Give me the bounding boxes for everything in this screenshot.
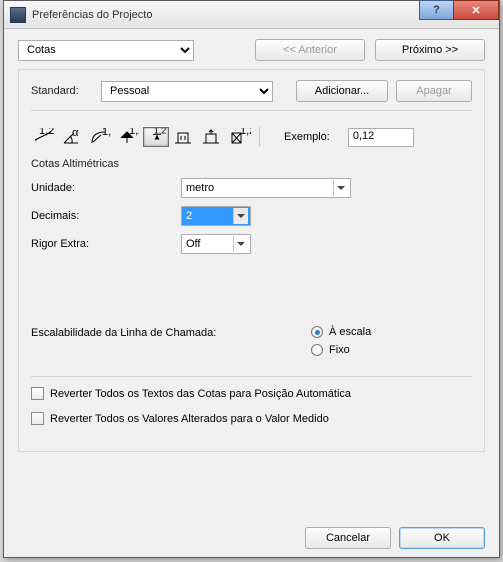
unit-label: Unidade: xyxy=(31,182,181,194)
help-button[interactable]: ? xyxy=(419,0,453,20)
chevron-down-icon xyxy=(333,180,348,196)
sill-dim-icon[interactable] xyxy=(199,126,225,148)
ok-button[interactable]: OK xyxy=(399,527,485,549)
previous-button[interactable]: << Anterior xyxy=(255,39,365,61)
rigor-select[interactable]: Off xyxy=(181,234,251,254)
radio-icon xyxy=(311,344,323,356)
escalability-options: À escala Fixo xyxy=(311,326,371,356)
unit-select[interactable]: metro xyxy=(181,178,351,198)
elevation-dim-icon[interactable]: 1,2 xyxy=(143,127,169,147)
cancel-button[interactable]: Cancelar xyxy=(305,527,391,549)
rigor-row: Rigor Extra: Off xyxy=(31,234,472,254)
app-icon xyxy=(10,7,26,23)
svg-text:1,2: 1,2 xyxy=(129,128,139,137)
rigor-label: Rigor Extra: xyxy=(31,238,181,250)
door-dim-icon[interactable] xyxy=(171,126,197,148)
radial-dim-icon[interactable]: 1,2 xyxy=(87,126,113,148)
decimals-row: Decimais: 2 xyxy=(31,206,472,226)
toolbar-separator xyxy=(259,127,260,147)
next-button[interactable]: Próximo >> xyxy=(375,39,485,61)
revert-text-checkbox[interactable]: Reverter Todos os Textos das Cotas para … xyxy=(31,387,472,400)
window-title: Preferências do Projecto xyxy=(32,9,152,21)
chevron-down-icon xyxy=(233,208,248,224)
standard-row: Standard: Pessoal Adicionar... Apagar xyxy=(31,80,472,102)
example-value: 0,12 xyxy=(348,128,414,147)
decimals-select[interactable]: 2 xyxy=(181,206,251,226)
titlebar: Preferências do Projecto ? ✕ xyxy=(4,1,499,29)
main-panel: Standard: Pessoal Adicionar... Apagar 1,… xyxy=(18,69,485,452)
linear-dim-icon[interactable]: 1,2 xyxy=(31,126,57,148)
chevron-down-icon xyxy=(233,236,248,252)
svg-text:α: α xyxy=(72,128,79,139)
svg-text:1,2 m²: 1,2 m² xyxy=(240,128,251,137)
level-dim-icon[interactable]: 1,2 xyxy=(115,126,141,148)
angle-dim-icon[interactable]: α xyxy=(59,126,85,148)
category-select[interactable]: Cotas xyxy=(18,40,194,61)
dialog-footer: Cancelar OK xyxy=(305,527,485,549)
checkbox-icon xyxy=(31,412,44,425)
svg-text:1,2: 1,2 xyxy=(39,128,54,137)
escalability-row: Escalabilidade da Linha de Chamada: À es… xyxy=(31,326,472,356)
revert-values-checkbox[interactable]: Reverter Todos os Valores Alterados para… xyxy=(31,412,472,425)
svg-text:1,2: 1,2 xyxy=(102,128,111,138)
close-button[interactable]: ✕ xyxy=(453,0,499,20)
unit-row: Unidade: metro xyxy=(31,178,472,198)
standard-label: Standard: xyxy=(31,85,101,97)
radio-scale[interactable]: À escala xyxy=(311,326,371,338)
checkbox-icon xyxy=(31,387,44,400)
altimetric-title: Cotas Altimétricas xyxy=(31,158,472,170)
area-dim-icon[interactable]: 1,2 m² xyxy=(227,126,253,148)
escalability-label: Escalabilidade da Linha de Chamada: xyxy=(31,326,251,340)
decimals-label: Decimais: xyxy=(31,210,181,222)
top-row: Cotas << Anterior Próximo >> xyxy=(4,29,499,69)
add-button[interactable]: Adicionar... xyxy=(296,80,388,102)
radio-icon xyxy=(311,326,323,338)
radio-fixed[interactable]: Fixo xyxy=(311,344,371,356)
dimension-type-toolbar: 1,2 α 1,2 1,2 1,2 1,2 m² xyxy=(31,121,472,156)
example-label: Exemplo: xyxy=(284,131,330,143)
dialog-window: Preferências do Projecto ? ✕ Cotas << An… xyxy=(3,0,500,558)
standard-select[interactable]: Pessoal xyxy=(101,81,273,102)
window-buttons: ? ✕ xyxy=(419,0,499,20)
svg-text:1,2: 1,2 xyxy=(154,128,166,136)
delete-button[interactable]: Apagar xyxy=(396,80,472,102)
